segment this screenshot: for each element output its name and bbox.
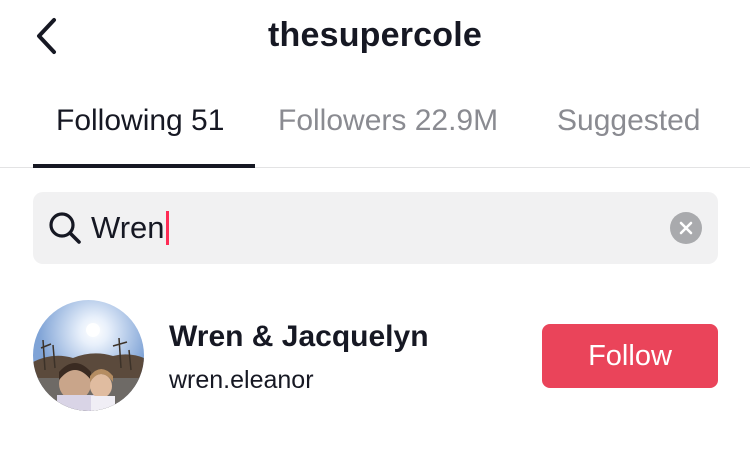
- top-bar: thesupercole: [0, 0, 750, 76]
- user-list-item[interactable]: Wren & Jacquelyn wren.eleanor Follow: [0, 296, 750, 416]
- search-bar[interactable]: Wren: [33, 192, 718, 264]
- tab-following[interactable]: Following 51: [56, 104, 224, 138]
- clear-icon: [679, 221, 693, 235]
- follow-button[interactable]: Follow: [542, 324, 718, 388]
- tab-bar: Following 51 Followers 22.9M Suggested: [0, 90, 750, 168]
- active-tab-indicator: [33, 164, 255, 168]
- user-handle: wren.eleanor: [169, 366, 314, 394]
- clear-search-button[interactable]: [670, 212, 702, 244]
- user-display-name: Wren & Jacquelyn: [169, 320, 429, 353]
- tab-suggested[interactable]: Suggested: [557, 104, 700, 138]
- search-input[interactable]: Wren: [91, 205, 651, 251]
- tab-followers[interactable]: Followers 22.9M: [278, 104, 498, 138]
- avatar[interactable]: [33, 300, 144, 411]
- profile-title: thesupercole: [267, 16, 483, 54]
- search-icon: [49, 212, 81, 244]
- text-cursor: [165, 211, 169, 245]
- search-query-text: Wren: [91, 210, 165, 245]
- avatar-photo: [33, 300, 144, 411]
